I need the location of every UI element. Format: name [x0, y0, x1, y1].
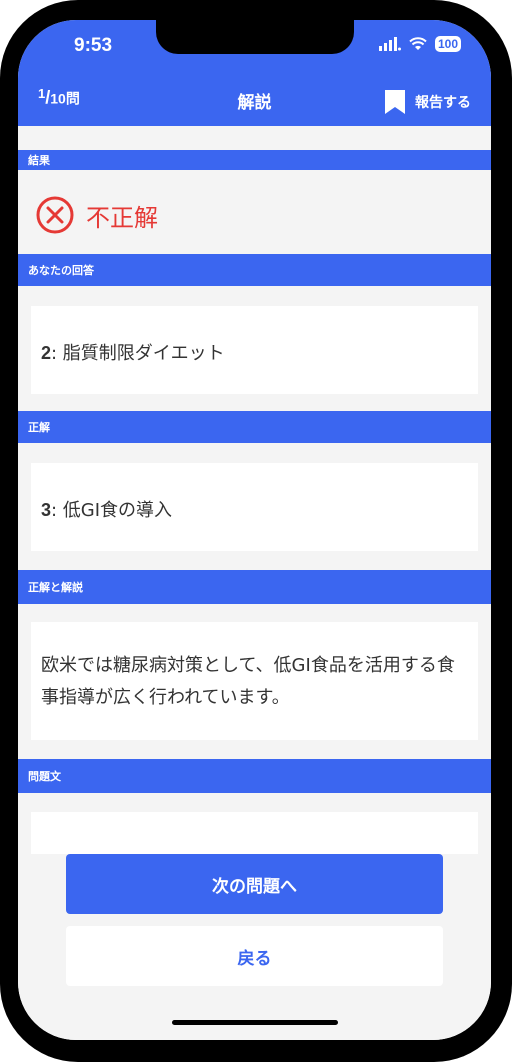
home-indicator[interactable] [172, 1020, 338, 1025]
bookmark-icon[interactable] [385, 90, 405, 114]
wifi-icon [409, 37, 427, 50]
back-button[interactable]: 戻る [66, 926, 443, 986]
status-icons: 100 [378, 36, 461, 52]
question-card [31, 812, 478, 854]
your-answer-text: : 脂質制限ダイエット [51, 343, 225, 364]
explanation-text: 欧米では糖尿病対策として、低GI食品を活用する食事指導が広く行われています。 [41, 655, 455, 708]
status-time: 9:53 [74, 35, 113, 56]
app-header: 9:53 100 1/10問 解説 報告する [18, 20, 491, 126]
report-label: 報告する [415, 95, 471, 111]
result-indicator: 不正解 [36, 196, 158, 234]
battery-icon: 100 [434, 36, 461, 52]
incorrect-icon [36, 196, 74, 234]
your-answer-card: 2: 脂質制限ダイエット [31, 306, 478, 394]
section-label-result: 結果 [18, 150, 491, 170]
correct-answer-number: 3 [41, 500, 52, 520]
button-area: 次の問題へ 戻る [18, 854, 491, 1040]
your-answer-number: 2 [41, 343, 52, 363]
section-label-question: 問題文 [18, 759, 491, 793]
report-button[interactable]: 報告する [385, 90, 471, 114]
phone-frame: 9:53 100 1/10問 解説 報告する 結果 不正解 あなたの回答 2: … [0, 0, 512, 1062]
section-label-your-answer: あなたの回答 [18, 254, 491, 286]
correct-answer-card: 3: 低GI食の導入 [31, 463, 478, 551]
signal-icon [378, 37, 401, 51]
section-label-explanation: 正解と解説 [18, 570, 491, 604]
side-button-left-1 [0, 168, 3, 202]
explanation-card: 欧米では糖尿病対策として、低GI食品を活用する食事指導が広く行われています。 [31, 622, 478, 740]
side-button-left-2 [0, 248, 3, 308]
screen: 9:53 100 1/10問 解説 報告する 結果 不正解 あなたの回答 2: … [18, 20, 491, 1040]
result-text: 不正解 [86, 203, 158, 232]
notch [156, 20, 354, 54]
next-question-button[interactable]: 次の問題へ [66, 854, 443, 914]
correct-answer-text: : 低GI食の導入 [51, 500, 173, 521]
section-label-correct: 正解 [18, 411, 491, 443]
content-area: 結果 不正解 あなたの回答 2: 脂質制限ダイエット 正解 3: 低GI食の導入 [18, 126, 491, 1040]
